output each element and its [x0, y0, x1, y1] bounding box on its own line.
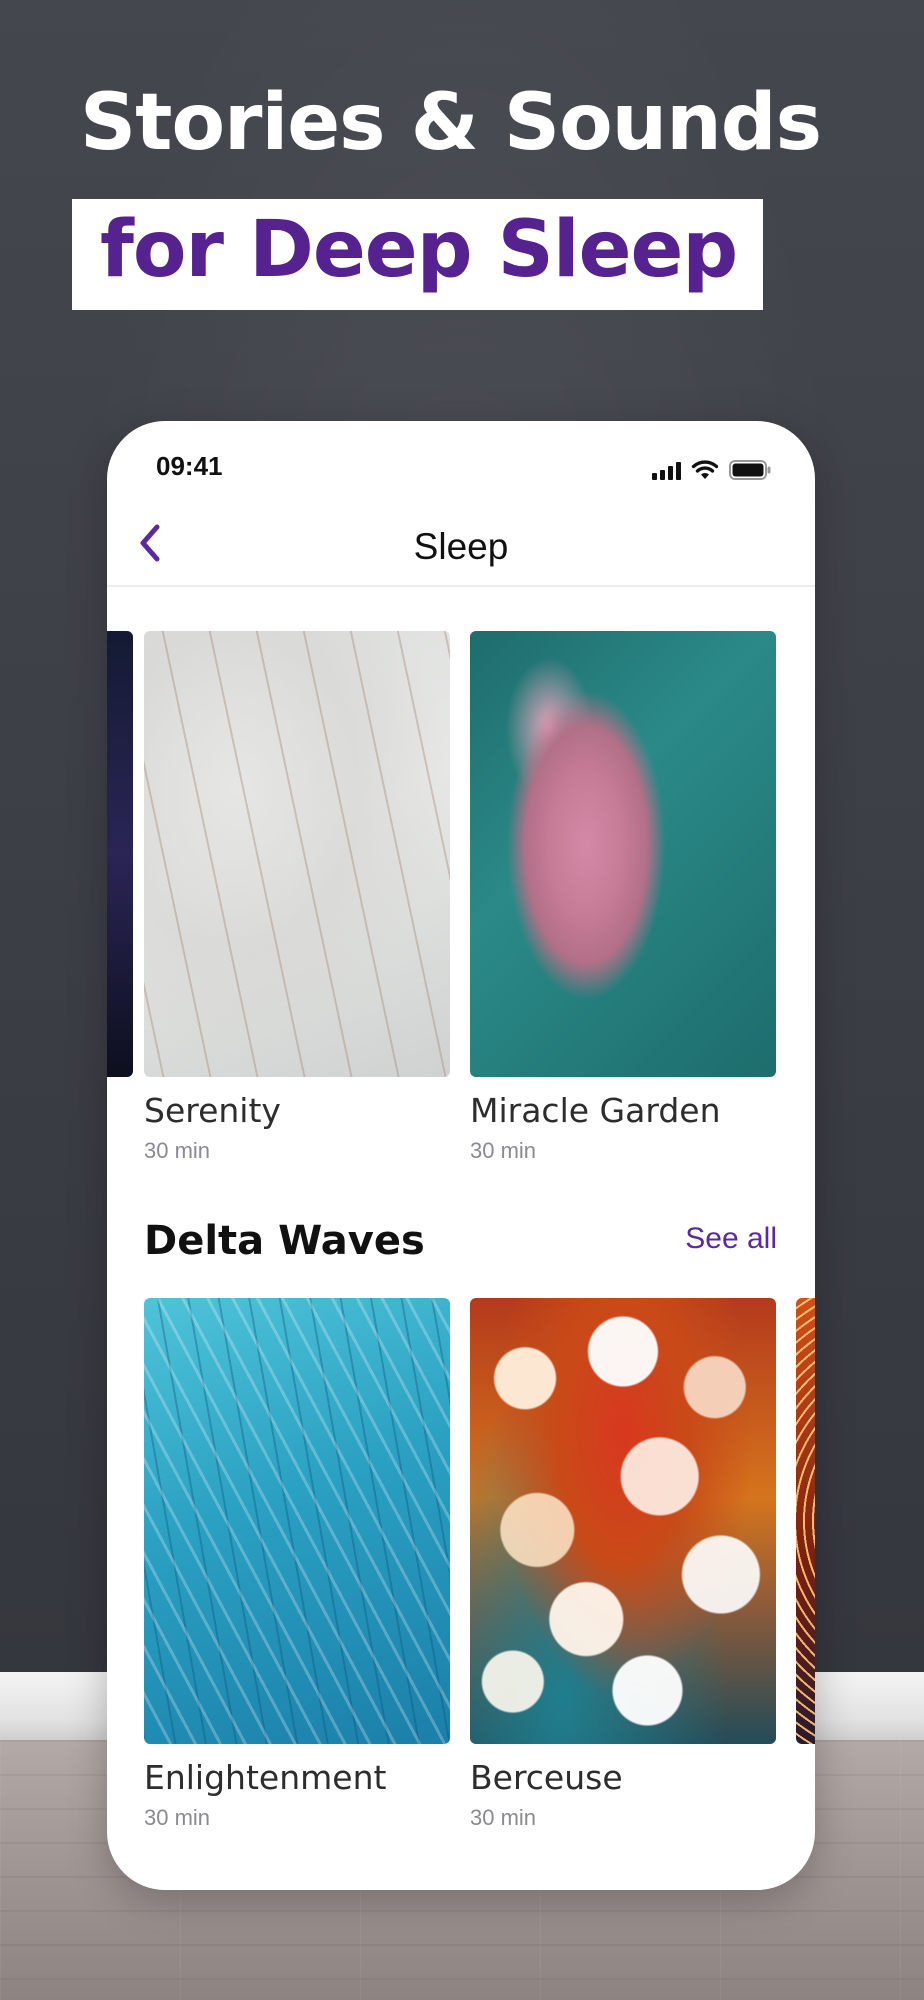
card-image-lotus — [470, 631, 776, 1077]
navigation-bar: Sleep — [107, 501, 815, 587]
card-image — [796, 1298, 815, 1744]
card-berceuse[interactable]: Berceuse 30 min — [470, 1298, 776, 1858]
status-time: 09:41 — [156, 451, 223, 481]
card-duration: 30 min — [470, 1805, 537, 1830]
card-image — [107, 631, 133, 1077]
card-duration: 30 min — [144, 1138, 211, 1163]
card-title: Enlightenment — [144, 1758, 387, 1797]
card-duration: 30 min — [144, 1805, 211, 1830]
card-serenity[interactable]: Serenity 30 min — [144, 631, 450, 1191]
card-partial-left[interactable] — [107, 631, 133, 1191]
battery-icon — [729, 460, 771, 480]
see-all-link[interactable]: See all — [685, 1222, 777, 1256]
page-title: Sleep — [413, 526, 509, 567]
card-image-bokeh — [470, 1298, 776, 1744]
promo-headline-line-2: for Deep Sleep — [100, 205, 738, 295]
cellular-signal-icon — [652, 462, 681, 480]
status-icons — [652, 456, 771, 480]
promo-headline-line-1: Stories & Sounds — [80, 78, 822, 168]
card-image-dandelion — [144, 631, 450, 1077]
card-duration: 30 min — [470, 1138, 537, 1163]
phone-screen: 09:41 Sleep Serenity 30 min Miracle Gard… — [107, 421, 815, 1890]
section-title: Delta Waves — [144, 1218, 425, 1264]
card-miracle-garden[interactable]: Miracle Garden 30 min — [470, 631, 776, 1191]
card-enlightenment[interactable]: Enlightenment 30 min — [144, 1298, 450, 1858]
card-partial-right[interactable] — [796, 1298, 815, 1858]
card-image-palm-leaf — [144, 1298, 450, 1744]
card-title: Miracle Garden — [470, 1091, 721, 1130]
card-title: Serenity — [144, 1091, 281, 1130]
wifi-icon — [691, 460, 719, 480]
card-title: Berceuse — [470, 1758, 623, 1797]
